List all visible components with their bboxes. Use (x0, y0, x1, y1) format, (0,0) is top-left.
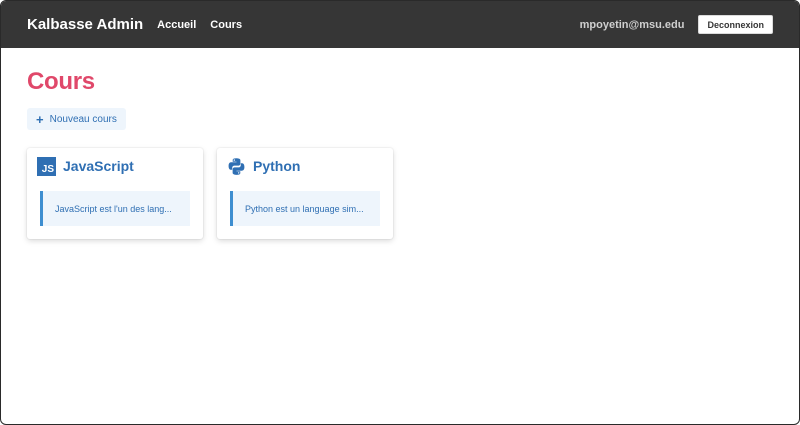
navbar: Kalbasse Admin Accueil Cours mpoyetin@ms… (1, 1, 799, 48)
user-email: mpoyetin@msu.edu (579, 18, 685, 31)
new-course-label: Nouveau cours (49, 113, 117, 125)
page-title: Cours (27, 68, 95, 95)
brand-link[interactable]: Kalbasse Admin (27, 16, 143, 33)
nav-link-cours[interactable]: Cours (210, 19, 242, 31)
plus-icon: + (36, 111, 44, 127)
javascript-icon: JS (37, 156, 56, 176)
course-list: JS JavaScript JavaScript est l'un des la… (27, 148, 773, 239)
new-course-button[interactable]: + Nouveau cours (27, 108, 126, 130)
course-title[interactable]: JavaScript (63, 158, 134, 174)
card-header: JS JavaScript (37, 156, 190, 176)
course-description: JavaScript est l'un des lang... (40, 191, 190, 226)
nav-link-accueil[interactable]: Accueil (157, 19, 196, 31)
python-icon (228, 157, 245, 175)
logout-button[interactable]: Deconnexion (698, 15, 773, 34)
main-content: Cours + Nouveau cours JS JavaScript Java… (1, 48, 799, 261)
app-window: Kalbasse Admin Accueil Cours mpoyetin@ms… (0, 0, 800, 425)
course-card-javascript[interactable]: JS JavaScript JavaScript est l'un des la… (27, 148, 203, 239)
course-card-python[interactable]: Python Python est un language sim... (217, 148, 393, 239)
card-header: Python (227, 156, 380, 176)
course-description: Python est un language sim... (230, 191, 380, 226)
course-title[interactable]: Python (253, 158, 300, 174)
